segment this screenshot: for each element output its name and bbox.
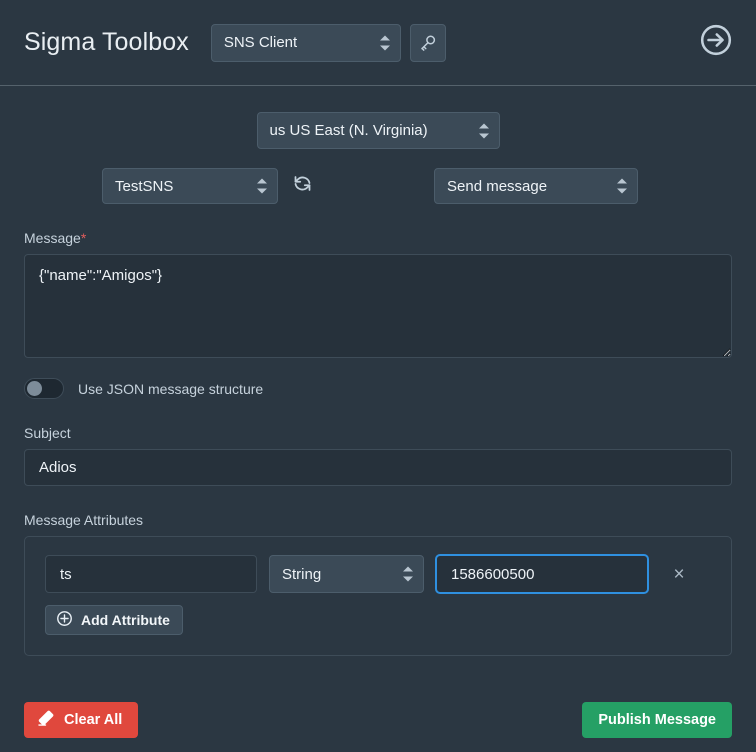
chevron-updown-icon (257, 178, 267, 194)
clear-all-label: Clear All (64, 712, 123, 728)
chevron-updown-icon (403, 566, 413, 582)
attribute-name-input[interactable] (45, 555, 257, 593)
attribute-type-value: String (282, 565, 322, 583)
attribute-row: String × (45, 555, 711, 593)
subject-input[interactable] (24, 449, 732, 486)
message-attributes-group: Message Attributes String × (24, 512, 732, 656)
header-controls: SNS Client (210, 23, 446, 62)
add-attribute-button[interactable]: Add Attribute (45, 605, 183, 635)
json-structure-toggle[interactable] (24, 378, 64, 399)
message-input[interactable] (24, 254, 732, 358)
eraser-icon (37, 709, 55, 731)
action-select[interactable]: Send message (434, 168, 638, 204)
chevron-updown-icon (379, 35, 390, 50)
region-row: us US East (N. Virginia) (24, 86, 732, 149)
close-icon: × (673, 563, 685, 585)
chevron-updown-icon (617, 178, 627, 194)
attribute-type-select[interactable]: String (269, 555, 424, 593)
message-attributes-label: Message Attributes (24, 512, 144, 528)
message-attributes-panel: String × (24, 536, 732, 656)
message-group: Message* (24, 230, 732, 358)
client-select[interactable]: SNS Client (210, 23, 401, 62)
clear-all-button[interactable]: Clear All (24, 702, 139, 738)
app-header: Sigma Toolbox SNS Client (0, 0, 756, 86)
refresh-icon (292, 173, 313, 199)
attribute-value-input[interactable] (436, 555, 648, 593)
page-title: Sigma Toolbox (24, 28, 189, 56)
subject-group: Subject (24, 425, 732, 486)
toggle-knob (27, 381, 42, 396)
main-content: us US East (N. Virginia) TestSNS Send me… (0, 86, 756, 688)
json-structure-toggle-row: Use JSON message structure (24, 378, 732, 399)
arrow-right-circle-icon (698, 22, 734, 63)
message-label: Message* (24, 230, 732, 246)
action-select-value: Send message (447, 177, 548, 195)
region-select-value: us US East (N. Virginia) (269, 122, 428, 139)
topic-action-row: TestSNS Send message (24, 168, 732, 204)
app-window: Sigma Toolbox SNS Client us US East (N. … (0, 0, 756, 752)
publish-message-label: Publish Message (598, 712, 716, 728)
required-marker: * (80, 230, 87, 246)
subject-label: Subject (24, 425, 71, 441)
json-structure-toggle-label: Use JSON message structure (78, 380, 264, 397)
client-select-value: SNS Client (223, 34, 298, 51)
chevron-updown-icon (478, 123, 489, 138)
add-attribute-label: Add Attribute (81, 612, 170, 628)
refresh-topics-button[interactable] (290, 174, 314, 198)
forward-button[interactable] (696, 23, 736, 63)
publish-message-button[interactable]: Publish Message (582, 702, 732, 738)
credentials-button[interactable] (409, 23, 446, 62)
message-label-text: Message (24, 230, 81, 246)
action-group: Send message (434, 168, 638, 204)
plus-circle-icon (56, 610, 73, 630)
key-icon (419, 34, 437, 52)
topic-select-value: TestSNS (115, 177, 174, 195)
remove-attribute-button[interactable]: × (666, 561, 692, 587)
region-select[interactable]: us US East (N. Virginia) (256, 112, 500, 149)
topic-select[interactable]: TestSNS (102, 168, 278, 204)
action-footer: Clear All Publish Message (0, 688, 756, 752)
topic-group: TestSNS (102, 168, 314, 204)
